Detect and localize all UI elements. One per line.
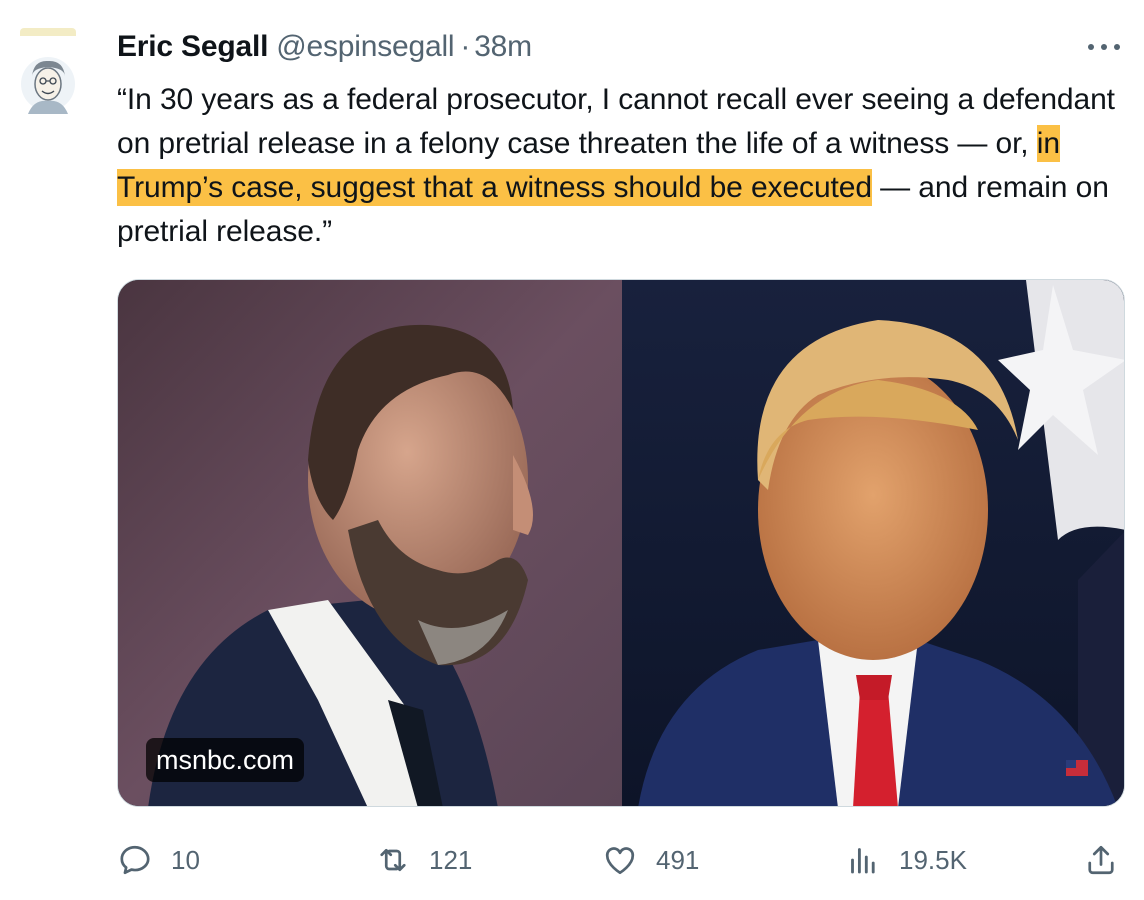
avatar-portrait <box>21 57 75 114</box>
media-photos <box>118 280 1124 806</box>
dot <box>1114 44 1120 50</box>
tweet-text-part1: “In 30 years as a federal prosecutor, I … <box>117 83 1115 160</box>
share-icon <box>1088 845 1114 875</box>
more-dots-icon[interactable] <box>1084 36 1124 58</box>
like-count: 491 <box>656 844 700 875</box>
views-chart-icon <box>851 848 875 874</box>
tweet-media-card[interactable]: msnbc.com <box>117 279 1125 807</box>
author-avatar[interactable] <box>14 28 76 118</box>
separator-dot: · <box>460 30 471 63</box>
like-button[interactable]: 491 <box>602 836 699 884</box>
reply-icon <box>120 845 150 875</box>
retweet-icon <box>380 848 406 872</box>
author-handle[interactable]: @espinsegall <box>276 30 454 64</box>
tweet-timestamp[interactable]: 38m <box>474 30 532 64</box>
tweet-header: Eric Segall @espinsegall · 38m <box>117 30 532 70</box>
tweet-actions-bar: 10 121 491 19.5K <box>117 836 1125 884</box>
retweet-button[interactable]: 121 <box>375 836 472 884</box>
heart-icon <box>605 847 635 875</box>
views-count: 19.5K <box>899 844 967 875</box>
dot <box>1088 44 1094 50</box>
dot <box>1101 44 1107 50</box>
reply-count: 10 <box>171 844 200 875</box>
tweet-text: “In 30 years as a federal prosecutor, I … <box>117 78 1122 254</box>
retweet-count: 121 <box>429 844 473 875</box>
views-button[interactable]: 19.5K <box>845 836 967 884</box>
media-source-badge: msnbc.com <box>146 738 305 782</box>
share-button[interactable] <box>1083 836 1119 884</box>
reply-button[interactable]: 10 <box>117 836 200 884</box>
author-name[interactable]: Eric Segall <box>117 30 268 64</box>
avatar-top-strip <box>20 28 76 36</box>
